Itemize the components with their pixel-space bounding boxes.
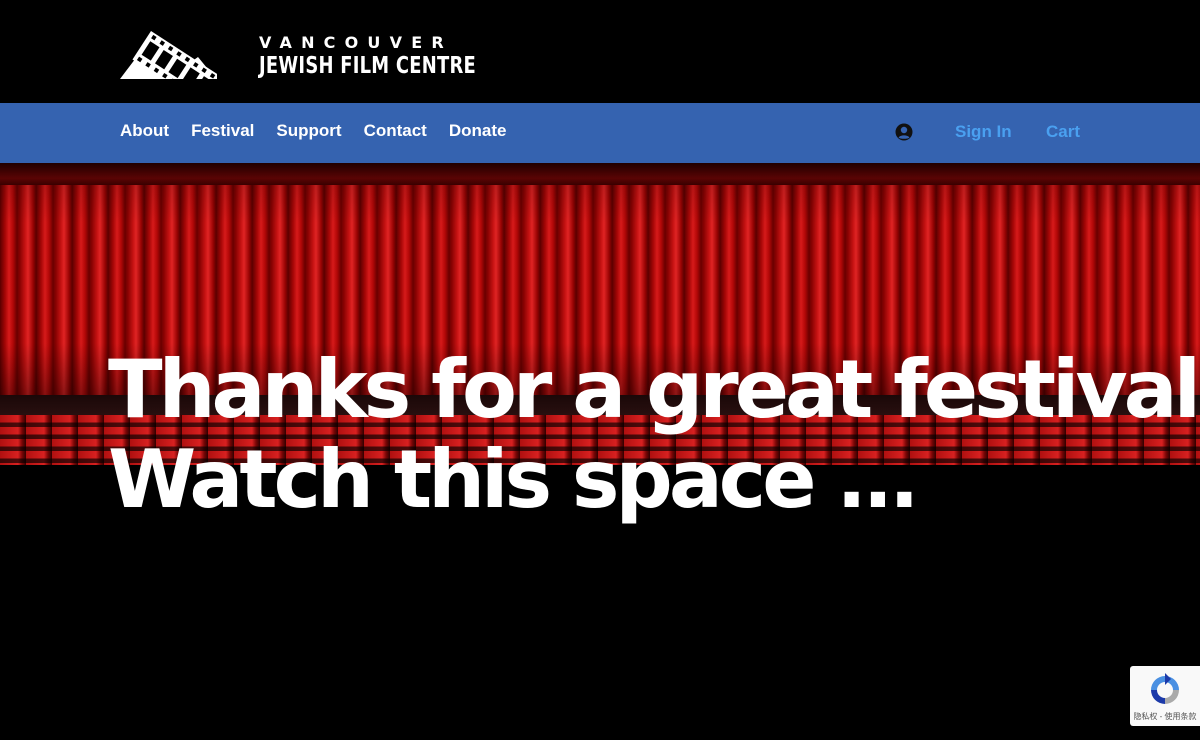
page: VANCOUVER JEWISH FILM CENTRE About Festi… <box>0 0 1200 740</box>
recaptcha-privacy-terms[interactable]: 隐私权 - 使用条款 <box>1130 712 1200 722</box>
site-header: VANCOUVER JEWISH FILM CENTRE <box>0 0 1200 103</box>
nav-link-about[interactable]: About <box>120 121 169 141</box>
nav-link-support[interactable]: Support <box>276 121 341 141</box>
hero-headline: Thanks for a great festival! Watch this … <box>108 345 1200 525</box>
recaptcha-badge[interactable]: 隐私权 - 使用条款 <box>1130 666 1200 726</box>
logo-line-jewish-film-centre: JEWISH FILM CENTRE <box>259 53 476 79</box>
nav-link-donate[interactable]: Donate <box>449 121 507 141</box>
user-circle-icon[interactable] <box>895 123 913 141</box>
sign-in-link[interactable]: Sign In <box>955 122 1012 142</box>
nav-link-festival[interactable]: Festival <box>191 121 254 141</box>
recaptcha-icon <box>1151 673 1179 704</box>
site-logo[interactable]: VANCOUVER JEWISH FILM CENTRE <box>120 22 480 82</box>
nav-links: About Festival Support Contact Donate <box>120 121 528 141</box>
main-nav: About Festival Support Contact Donate <box>0 103 1200 163</box>
hero-headline-line2: Watch this space ... <box>108 433 920 526</box>
hero-headline-line1: Thanks for a great festival! <box>108 343 1200 436</box>
curtain-valance <box>0 163 1200 185</box>
nav-link-contact[interactable]: Contact <box>364 121 427 141</box>
cart-link[interactable]: Cart <box>1046 122 1080 142</box>
logo-line-vancouver: VANCOUVER <box>259 33 453 52</box>
film-mountain-icon <box>120 22 255 82</box>
